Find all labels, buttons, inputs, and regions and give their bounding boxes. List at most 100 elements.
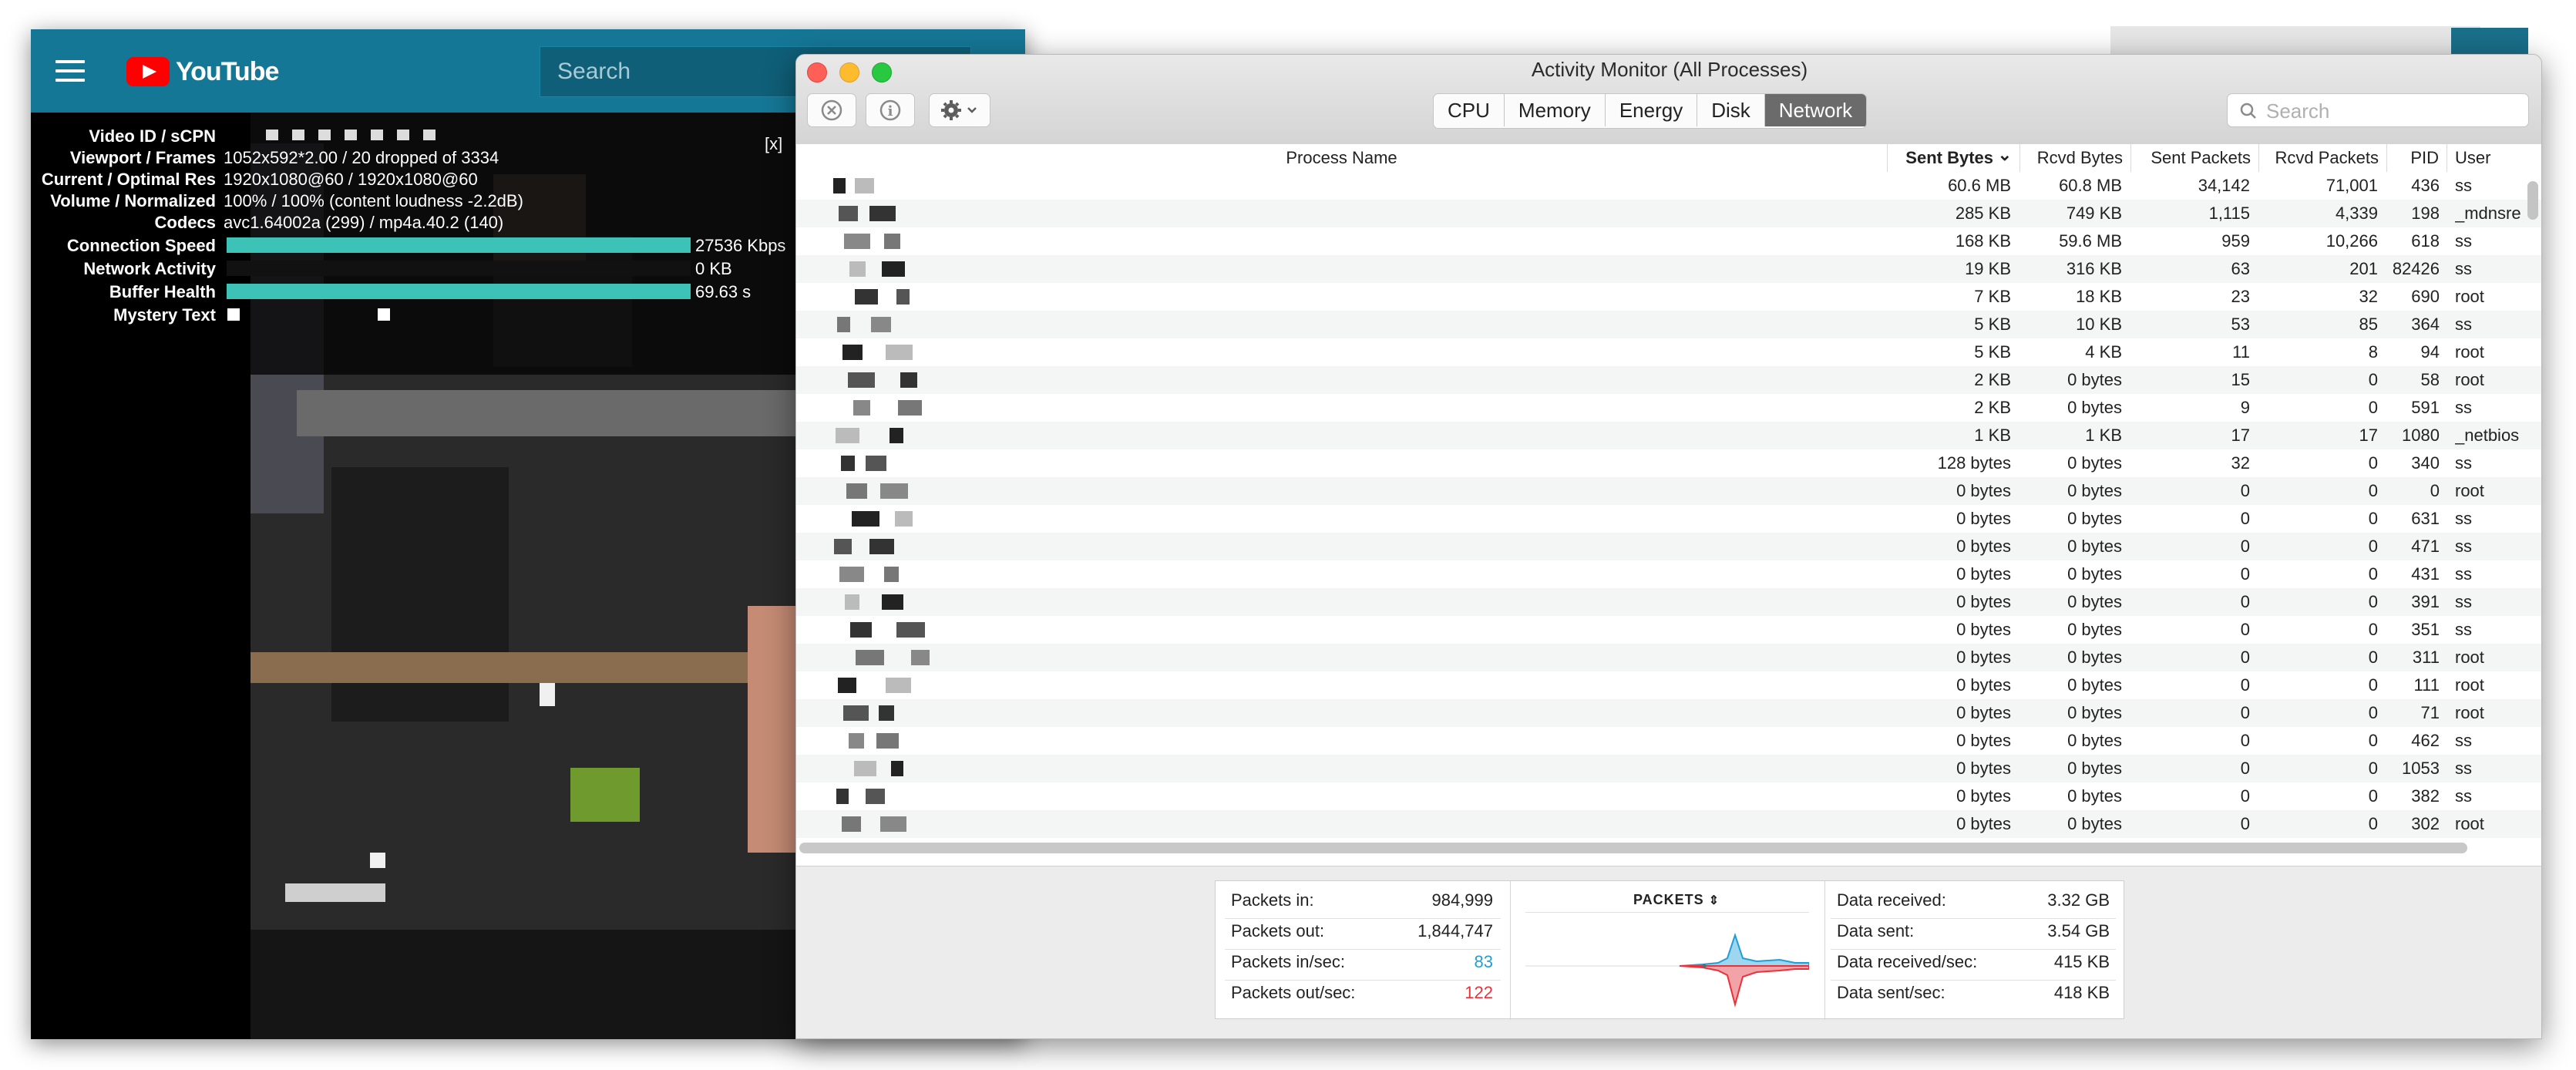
vertical-scrollbar[interactable] [2527, 181, 2538, 220]
table-row[interactable]: 19 KB 316 KB 63 201 82426 ss [796, 255, 2541, 283]
column-sent-packets[interactable]: Sent Packets [2131, 144, 2259, 172]
column-sent-bytes[interactable]: Sent Bytes ⌄ [1888, 144, 2020, 172]
sent-bytes-cell: 0 bytes [1956, 814, 2011, 833]
rcvd-packets-cell: 0 [2368, 370, 2378, 389]
table-row[interactable]: 0 bytes 0 bytes 0 0 111 root [796, 671, 2541, 699]
sent-packets-cell: 63 [2231, 259, 2250, 278]
redacted-process-name [869, 206, 896, 221]
table-row[interactable]: 168 KB 59.6 MB 959 10,266 618 ss [796, 227, 2541, 255]
table-row[interactable]: 0 bytes 0 bytes 0 0 471 ss [796, 533, 2541, 560]
tab-network[interactable]: Network [1764, 94, 1867, 126]
sent-bytes-cell: 7 KB [1974, 287, 2011, 306]
table-row[interactable]: 0 bytes 0 bytes 0 0 0 root [796, 477, 2541, 505]
column-label: Sent Bytes [1905, 148, 1993, 167]
pid-cell: 631 [2411, 509, 2440, 528]
data-sent-sec-value: 418 KB [2053, 983, 2110, 1002]
sent-bytes-cell: 0 bytes [1956, 648, 2011, 667]
table-row[interactable]: 0 bytes 0 bytes 0 0 1053 ss [796, 755, 2541, 782]
sent-bytes-cell: 5 KB [1974, 342, 2011, 362]
sent-packets-cell: 0 [2240, 620, 2250, 639]
sent-bytes-cell: 0 bytes [1956, 537, 2011, 556]
table-row[interactable]: 5 KB 10 KB 53 85 364 ss [796, 311, 2541, 338]
tab-energy[interactable]: Energy [1606, 94, 1698, 126]
sent-bytes-cell: 285 KB [1955, 204, 2011, 223]
stop-process-button[interactable] [807, 93, 856, 127]
table-row[interactable]: 0 bytes 0 bytes 0 0 311 root [796, 644, 2541, 671]
table-row[interactable]: 2 KB 0 bytes 9 0 591 ss [796, 394, 2541, 422]
user-cell: ss [2455, 731, 2472, 750]
table-row[interactable]: 0 bytes 0 bytes 0 0 71 root [796, 699, 2541, 727]
user-cell: ss [2455, 453, 2472, 473]
table-row[interactable]: 0 bytes 0 bytes 0 0 351 ss [796, 616, 2541, 644]
sent-packets-cell: 11 [2232, 342, 2250, 362]
graph-title[interactable]: PACKETS ⇕ [1633, 892, 1720, 908]
user-cell: ss [2455, 564, 2472, 584]
packets-graph [1525, 932, 1809, 1008]
horizontal-scrollbar[interactable] [799, 843, 2467, 853]
table-row[interactable]: 1 KB 1 KB 17 17 1080 _netbios [796, 422, 2541, 449]
tab-memory[interactable]: Memory [1505, 94, 1606, 126]
youtube-logo-icon[interactable] [126, 57, 170, 86]
data-received-value: 3.32 GB [2047, 890, 2110, 910]
rcvd-packets-cell: 0 [2368, 731, 2378, 750]
tab-cpu[interactable]: CPU [1434, 94, 1505, 126]
rcvd-bytes-cell: 0 bytes [2067, 759, 2122, 778]
window-title: Activity Monitor (All Processes) [1531, 58, 1808, 81]
table-row[interactable]: 285 KB 749 KB 1,115 4,339 198 _mdnsre [796, 200, 2541, 227]
tab-disk[interactable]: Disk [1697, 94, 1765, 126]
process-table: 60.6 MB 60.8 MB 34,142 71,001 436 ss 285 KB 749… [796, 172, 2541, 901]
sent-packets-cell: 0 [2240, 564, 2250, 584]
rcvd-bytes-cell: 0 bytes [2067, 620, 2122, 639]
sent-bytes-cell: 128 bytes [1937, 453, 2011, 473]
pid-cell: 94 [2420, 342, 2440, 362]
table-row[interactable]: 0 bytes 0 bytes 0 0 391 ss [796, 588, 2541, 616]
sent-packets-cell: 0 [2240, 759, 2250, 778]
action-menu-button[interactable] [929, 93, 990, 127]
column-process-name[interactable]: Process Name [796, 144, 1888, 172]
rcvd-bytes-cell: 59.6 MB [2059, 231, 2122, 251]
column-rcvd-bytes[interactable]: Rcvd Bytes [2020, 144, 2131, 172]
network-summary-panel: Packets in: 984,999 Packets out: 1,844,7… [1215, 880, 2124, 1020]
data-sent-label: Data sent: [1837, 921, 1915, 940]
table-row[interactable]: 0 bytes 0 bytes 0 0 462 ss [796, 727, 2541, 755]
column-rcvd-packets[interactable]: Rcvd Packets [2259, 144, 2387, 172]
table-row[interactable]: 2 KB 0 bytes 15 0 58 root [796, 366, 2541, 394]
process-search-input[interactable]: Search [2227, 93, 2529, 127]
sent-packets-cell: 34,142 [2198, 176, 2250, 195]
rcvd-bytes-cell: 0 bytes [2067, 398, 2122, 417]
packets-out-value: 1,844,747 [1417, 921, 1493, 940]
redacted-process-name [869, 539, 894, 554]
redacted-process-name [866, 789, 885, 804]
inspect-process-button[interactable]: i [866, 93, 915, 127]
sent-packets-cell: 959 [2221, 231, 2250, 251]
table-row[interactable]: 7 KB 18 KB 23 32 690 root [796, 283, 2541, 311]
graph-title-text: PACKETS [1633, 892, 1704, 907]
user-cell: root [2455, 342, 2484, 362]
hamburger-menu-icon[interactable] [55, 60, 85, 82]
sent-packets-cell: 1,115 [2208, 204, 2250, 223]
user-cell: ss [2455, 592, 2472, 611]
table-row[interactable]: 0 bytes 0 bytes 0 0 382 ss [796, 782, 2541, 810]
table-row[interactable]: 5 KB 4 KB 11 8 94 root [796, 338, 2541, 366]
stats-close-button[interactable]: [x] [765, 134, 782, 154]
rcvd-packets-cell: 0 [2368, 648, 2378, 667]
close-process-icon [821, 99, 842, 121]
column-pid[interactable]: PID [2387, 144, 2447, 172]
user-cell: ss [2455, 398, 2472, 417]
youtube-logo-text[interactable]: YouTube [176, 57, 279, 87]
redacted-process-name [891, 761, 903, 776]
search-icon [2240, 103, 2256, 119]
table-row[interactable]: 0 bytes 0 bytes 0 0 631 ss [796, 505, 2541, 533]
table-row[interactable]: 128 bytes 0 bytes 32 0 340 ss [796, 449, 2541, 477]
rcvd-bytes-cell: 0 bytes [2067, 675, 2122, 695]
column-user[interactable]: User [2447, 144, 2541, 172]
packets-out-label: Packets out: [1231, 921, 1325, 940]
redacted-process-name [837, 317, 850, 332]
pid-cell: 1053 [2402, 759, 2440, 778]
table-row[interactable]: 0 bytes 0 bytes 0 0 302 root [796, 810, 2541, 838]
sent-bytes-cell: 0 bytes [1956, 509, 2011, 528]
table-row[interactable]: 0 bytes 0 bytes 0 0 431 ss [796, 560, 2541, 588]
rcvd-packets-cell: 17 [2359, 426, 2378, 445]
sent-bytes-cell: 0 bytes [1956, 620, 2011, 639]
table-row[interactable]: 60.6 MB 60.8 MB 34,142 71,001 436 ss [796, 172, 2541, 200]
